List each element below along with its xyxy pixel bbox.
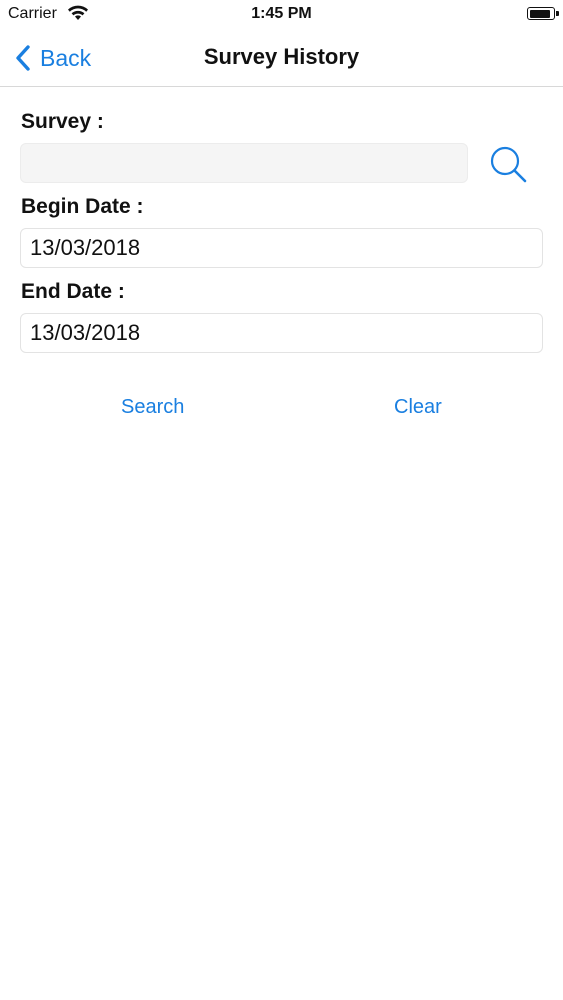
begin-date-label: Begin Date : [21,195,144,218]
status-bar: Carrier 1:45 PM [0,0,563,30]
navigation-bar: Back Survey History [0,30,563,87]
begin-date-field[interactable] [20,228,543,268]
clear-button[interactable]: Clear [394,396,442,419]
magnifier-icon[interactable] [486,143,530,185]
survey-input[interactable] [20,143,468,183]
survey-label: Survey : [21,110,104,133]
status-time: 1:45 PM [251,5,312,22]
battery-tip [556,11,559,16]
battery-icon [527,7,555,20]
search-button[interactable]: Search [121,396,184,419]
battery-level [529,9,550,18]
page-title: Survey History [203,44,360,69]
end-date-label: End Date : [21,280,125,303]
end-date-field[interactable] [20,313,543,353]
